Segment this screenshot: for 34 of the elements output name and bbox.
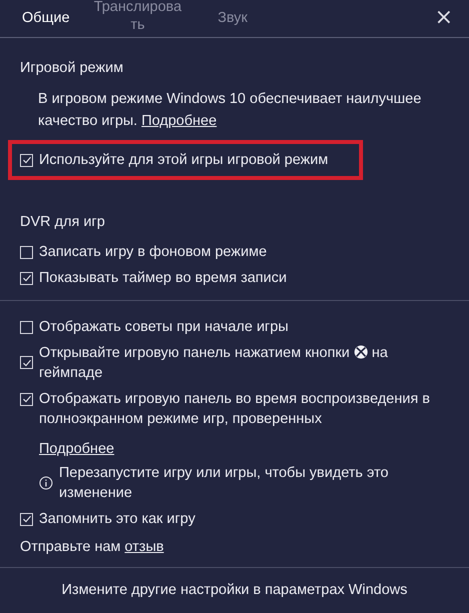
description-text: В игровом режиме Windows 10 обеспечивает наилучшее качество игры. Подробнее bbox=[38, 90, 422, 131]
checkbox-option[interactable]: Используйте для этой игры игровой режим bbox=[12, 144, 359, 176]
option-label: Отображать советы при начале игры bbox=[39, 318, 288, 337]
checkbox-option[interactable]: Записать игру в фоновом режиме bbox=[20, 242, 449, 262]
checkbox-option[interactable]: Запомнить это как игру bbox=[20, 508, 449, 529]
learn-more-link[interactable]: Подробнее bbox=[141, 112, 217, 129]
checkbox[interactable] bbox=[20, 272, 33, 285]
checkbox-option[interactable]: Показывать таймер во время записи bbox=[20, 268, 449, 288]
checkbox-option[interactable]: Открывайте игровую панель нажатием кнопки на геймпаде bbox=[20, 342, 449, 383]
checkbox-option[interactable]: Отображать советы при начале игры bbox=[20, 316, 449, 337]
gamepad-button-icon bbox=[354, 344, 368, 359]
checkbox[interactable] bbox=[20, 246, 33, 259]
info-text: Перезапустите игру или игры, чтобы увидеть это изменение bbox=[59, 464, 390, 503]
option-label: Запомнить это как игру bbox=[39, 510, 196, 529]
tab[interactable]: Звук bbox=[218, 9, 248, 28]
learn-more-link[interactable]: Подробнее bbox=[39, 440, 114, 457]
checkbox[interactable] bbox=[20, 320, 33, 334]
option-label: Открывайте игровую панель нажатием кнопки на геймпаде bbox=[39, 344, 389, 383]
feedback-text: Отправьте нам отзыв bbox=[20, 538, 165, 555]
tab[interactable]: Транслировать bbox=[92, 0, 184, 34]
option-label: Записать игру в фоновом режиме bbox=[39, 242, 267, 262]
tab[interactable]: Общие bbox=[22, 9, 70, 28]
section-title: Игровой режим bbox=[20, 60, 124, 76]
close-button[interactable]: × bbox=[434, 7, 453, 30]
checkbox[interactable] bbox=[20, 512, 33, 526]
option-label: Используйте для этой игры игровой режим bbox=[39, 150, 328, 170]
checkbox[interactable] bbox=[20, 392, 33, 406]
checkbox[interactable] bbox=[20, 356, 33, 370]
section-title: DVR для игр bbox=[20, 214, 106, 230]
checkbox[interactable] bbox=[20, 154, 33, 167]
settings-button[interactable]: Измените другие настройки в параметрах Windows bbox=[54, 578, 416, 602]
option-label: Показывать таймер во время записи bbox=[39, 268, 287, 288]
info-icon bbox=[39, 476, 53, 490]
feedback-link[interactable]: отзыв bbox=[124, 538, 164, 555]
